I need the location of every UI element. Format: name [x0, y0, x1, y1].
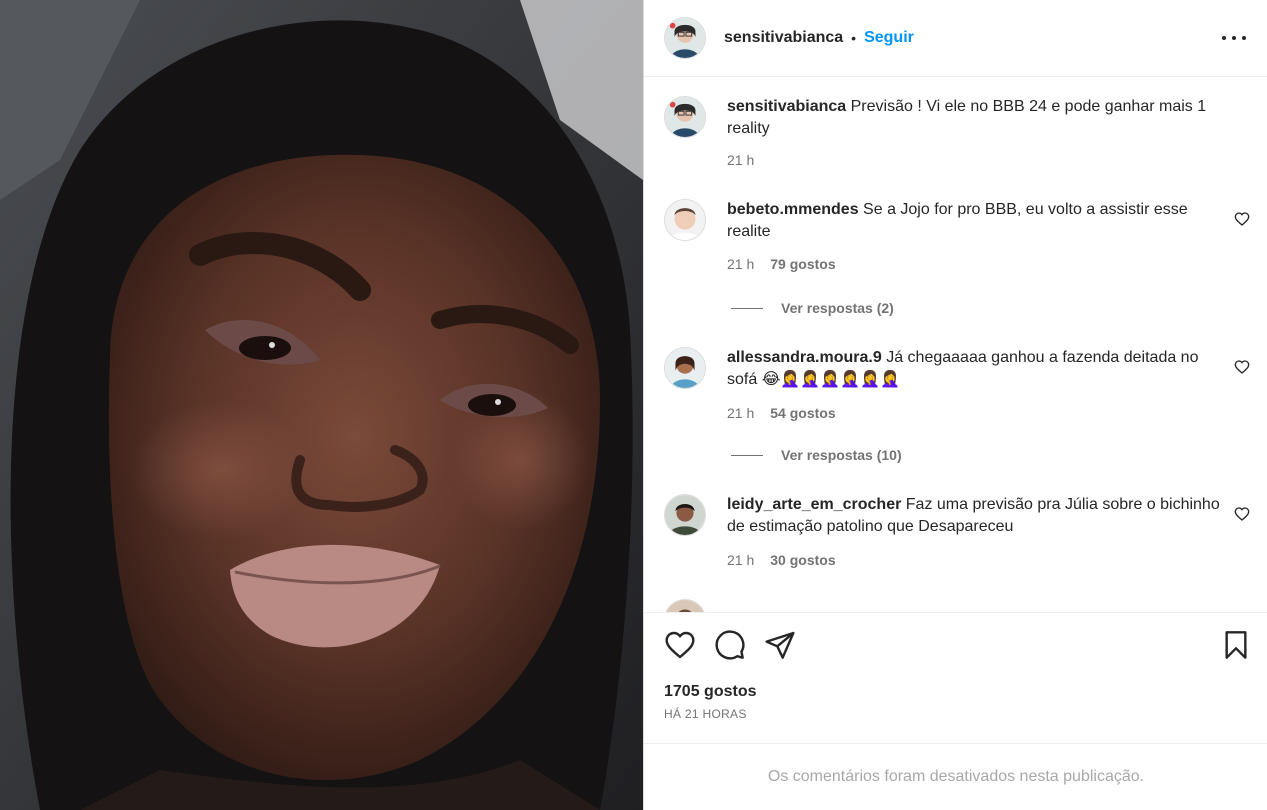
comment-time: 21 h: [727, 405, 755, 421]
commenter-avatar[interactable]: [664, 599, 706, 612]
comment-time: 21 h: [727, 256, 755, 272]
post-timestamp: HÁ 21 HORAS: [664, 707, 747, 721]
heart-icon[interactable]: [1234, 211, 1250, 227]
caption-username[interactable]: sensitivabianca: [727, 98, 846, 115]
comment-icon[interactable]: [714, 629, 746, 661]
post-header: sensitivabianca • Seguir: [644, 0, 1267, 77]
separator-dot: •: [851, 30, 857, 46]
comment-body: allessandra.moura.9 Já chegaaaaa ganhou …: [727, 347, 1227, 391]
follow-button[interactable]: Seguir: [864, 29, 914, 47]
comment-username[interactable]: bebeto.mmendes: [727, 201, 859, 218]
post-photo: [0, 0, 643, 810]
comment-meta: 21 h 30 gostos: [727, 552, 836, 568]
commenter-avatar[interactable]: [664, 494, 706, 536]
comment-time: 21 h: [727, 552, 755, 568]
comment-likes[interactable]: 79 gostos: [770, 256, 835, 272]
heart-icon[interactable]: [1234, 506, 1250, 522]
comment-likes[interactable]: 30 gostos: [770, 552, 835, 568]
author-username[interactable]: sensitivabianca: [724, 29, 843, 47]
view-replies-button[interactable]: Ver respostas (10): [731, 447, 902, 463]
replies-divider: [731, 307, 763, 309]
replies-divider: [731, 454, 763, 456]
author-avatar[interactable]: [664, 96, 706, 138]
view-replies-button[interactable]: Ver respostas (2): [731, 300, 894, 316]
post-actions: 1705 gostos HÁ 21 HORAS: [644, 612, 1267, 743]
author-avatar[interactable]: [664, 17, 706, 59]
commenter-avatar[interactable]: [664, 347, 706, 389]
comment-likes[interactable]: 54 gostos: [770, 405, 835, 421]
post-panel: sensitivabianca • Seguir sensitivabianca: [643, 0, 1267, 810]
heart-icon[interactable]: [664, 629, 696, 661]
view-replies-label[interactable]: Ver respostas (2): [781, 300, 894, 316]
comments-list[interactable]: sensitivabianca Previsão ! Vi ele no BBB…: [644, 77, 1267, 612]
likes-count[interactable]: 1705 gostos: [664, 683, 756, 701]
comment-meta: 21 h 54 gostos: [727, 405, 836, 421]
caption-body: sensitivabianca Previsão ! Vi ele no BBB…: [727, 96, 1227, 140]
heart-icon[interactable]: [1234, 359, 1250, 375]
bookmark-icon[interactable]: [1220, 629, 1252, 661]
commenter-avatar[interactable]: [664, 199, 706, 241]
more-options-icon[interactable]: [1222, 26, 1246, 50]
selfie-image: [0, 0, 643, 810]
share-icon[interactable]: [764, 629, 796, 661]
comment-username[interactable]: leidy_arte_em_crocher: [727, 496, 901, 513]
comments-disabled-notice: Os comentários foram desativados nesta p…: [644, 743, 1267, 810]
comment-username[interactable]: allessandra.moura.9: [727, 349, 882, 366]
caption-meta: 21 h: [727, 152, 754, 168]
comment-body: leidy_arte_em_crocher Faz uma previsão p…: [727, 494, 1227, 538]
caption-time: 21 h: [727, 152, 755, 168]
comment-meta: 21 h 79 gostos: [727, 256, 836, 272]
view-replies-label[interactable]: Ver respostas (10): [781, 447, 902, 463]
comment-body: bebeto.mmendes Se a Jojo for pro BBB, eu…: [727, 199, 1227, 243]
